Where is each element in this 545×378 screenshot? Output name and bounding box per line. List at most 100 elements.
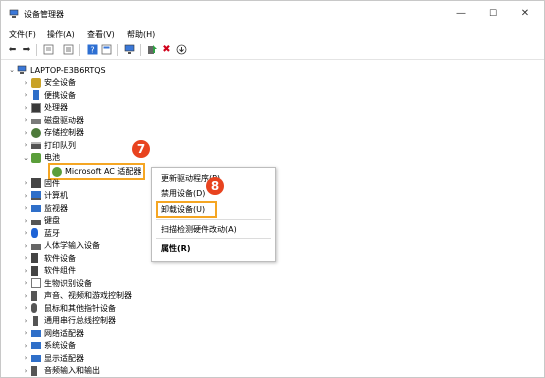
view-list-icon[interactable] bbox=[63, 44, 74, 55]
maximize-button[interactable]: ☐ bbox=[482, 6, 504, 22]
chevron-right-icon[interactable]: › bbox=[21, 354, 31, 362]
tree-item-software-device[interactable]: › 软件设备 bbox=[21, 252, 76, 264]
menu-help[interactable]: 帮助(H) bbox=[127, 29, 155, 40]
tree-item-label: 声音、视频和游戏控制器 bbox=[44, 291, 132, 300]
tree-item-label: 软件设备 bbox=[44, 253, 76, 263]
device-manager-app-icon bbox=[9, 9, 19, 18]
chevron-right-icon[interactable]: › bbox=[21, 229, 31, 237]
chevron-right-icon[interactable]: › bbox=[21, 367, 31, 375]
bluetooth-icon bbox=[31, 228, 38, 238]
chevron-right-icon[interactable]: › bbox=[21, 267, 31, 275]
toolbar-separator bbox=[36, 44, 37, 56]
tree-item-keyboard[interactable]: › 键盘 bbox=[21, 215, 60, 227]
tree-item-battery[interactable]: ⌄ 电池 bbox=[21, 152, 60, 164]
chevron-down-icon[interactable]: ⌄ bbox=[7, 66, 17, 74]
chevron-down-icon[interactable]: ⌄ bbox=[21, 154, 31, 162]
tree-item-software-component[interactable]: › 软件组件 bbox=[21, 265, 76, 277]
battery-icon bbox=[31, 152, 41, 163]
tree-item-label: 打印队列 bbox=[44, 140, 76, 150]
chevron-right-icon[interactable]: › bbox=[21, 141, 31, 149]
chevron-right-icon[interactable]: › bbox=[21, 204, 31, 212]
tree-item-processor[interactable]: › 处理器 bbox=[21, 102, 68, 114]
chevron-right-icon[interactable]: › bbox=[21, 292, 31, 300]
monitor-icon[interactable] bbox=[124, 44, 135, 55]
storage-controller-icon bbox=[31, 127, 41, 138]
tree-item-audio-io[interactable]: › 音频输入和输出 bbox=[21, 365, 100, 377]
chevron-right-icon[interactable]: › bbox=[21, 317, 31, 325]
tree-root[interactable]: ⌄ LAPTOP-E3B6RTQS bbox=[7, 64, 106, 76]
tree-item-label: 电池 bbox=[44, 153, 60, 162]
properties-sheet-icon[interactable] bbox=[43, 44, 54, 55]
tree-item-label: 磁盘驱动器 bbox=[44, 115, 84, 125]
tree-item-mouse[interactable]: › 鼠标和其他指针设备 bbox=[21, 302, 116, 314]
chevron-right-icon[interactable]: › bbox=[21, 79, 31, 87]
uninstall-x-icon[interactable]: ✖ bbox=[161, 44, 172, 55]
hid-icon bbox=[31, 243, 41, 250]
tree-item-security-device[interactable]: › 安全设备 bbox=[21, 77, 76, 89]
menu-disable-device[interactable]: 禁用设备(D) bbox=[161, 188, 205, 199]
tree-item-label: 通用串行总线控制器 bbox=[44, 316, 116, 325]
biometric-icon bbox=[31, 278, 41, 288]
help-icon[interactable]: ? bbox=[87, 44, 98, 55]
tree-item-storage-controller[interactable]: › 存储控制器 bbox=[21, 127, 84, 139]
device-manager-window: 设备管理器 — ☐ ✕ 文件(F) 操作(A) 查看(V) 帮助(H) ⬅ ➡ … bbox=[0, 0, 545, 378]
chevron-right-icon[interactable]: › bbox=[21, 179, 31, 187]
tree-item-label: 音频输入和输出 bbox=[44, 366, 100, 375]
tree-item-monitor[interactable]: › 监视器 bbox=[21, 202, 68, 214]
computer-root-icon bbox=[17, 65, 27, 74]
close-button[interactable]: ✕ bbox=[514, 6, 536, 22]
tree-item-label: 固件 bbox=[44, 178, 60, 188]
minimize-button[interactable]: — bbox=[450, 6, 472, 22]
sound-icon bbox=[31, 290, 37, 301]
chevron-right-icon[interactable]: › bbox=[21, 254, 31, 262]
disk-drive-icon bbox=[31, 119, 41, 124]
tree-item-system-device[interactable]: › 系统设备 bbox=[21, 340, 76, 352]
tree-item-biometric[interactable]: › 生物识别设备 bbox=[21, 277, 92, 289]
menu-scan-hardware[interactable]: 扫描检测硬件改动(A) bbox=[161, 224, 237, 235]
toolbar-divider bbox=[1, 59, 544, 60]
update-driver-icon[interactable] bbox=[147, 44, 158, 55]
tree-item-label: 存储控制器 bbox=[44, 128, 84, 137]
tree-item-label: 便携设备 bbox=[44, 90, 76, 100]
tree-root-label: LAPTOP-E3B6RTQS bbox=[30, 65, 106, 75]
menu-properties[interactable]: 属性(R) bbox=[161, 243, 190, 254]
menu-view[interactable]: 查看(V) bbox=[87, 29, 115, 40]
tree-item-network-adapter[interactable]: › 网络适配器 bbox=[21, 327, 84, 339]
mouse-icon bbox=[31, 303, 37, 313]
tree-item-portable-device[interactable]: › 便携设备 bbox=[21, 89, 76, 101]
tree-item-firmware[interactable]: › 固件 bbox=[21, 177, 60, 189]
tree-item-usb[interactable]: › 通用串行总线控制器 bbox=[21, 315, 116, 327]
menu-file[interactable]: 文件(F) bbox=[9, 29, 36, 40]
chevron-right-icon[interactable]: › bbox=[21, 242, 31, 250]
tree-item-sound[interactable]: › 声音、视频和游戏控制器 bbox=[21, 290, 132, 302]
back-icon[interactable]: ⬅ bbox=[7, 44, 18, 55]
menu-action[interactable]: 操作(A) bbox=[47, 29, 75, 40]
tree-item-print-queue[interactable]: › 打印队列 bbox=[21, 139, 76, 151]
tree-item-ac-adapter[interactable]: Microsoft AC 适配器 bbox=[48, 163, 145, 180]
chevron-right-icon[interactable]: › bbox=[21, 129, 31, 137]
forward-icon[interactable]: ➡ bbox=[21, 44, 32, 55]
system-device-icon bbox=[31, 342, 41, 349]
title-bar: 设备管理器 — ☐ ✕ bbox=[1, 1, 544, 27]
tree-item-display-adapter[interactable]: › 显示适配器 bbox=[21, 352, 84, 364]
chevron-right-icon[interactable]: › bbox=[21, 104, 31, 112]
chevron-right-icon[interactable]: › bbox=[21, 304, 31, 312]
chevron-right-icon[interactable]: › bbox=[21, 116, 31, 124]
tree-item-label: 监视器 bbox=[44, 203, 68, 213]
tree-item-label: 生物识别设备 bbox=[44, 278, 92, 288]
chevron-right-icon[interactable]: › bbox=[21, 279, 31, 287]
display-adapter-icon bbox=[31, 354, 41, 362]
menu-uninstall-device[interactable]: 卸载设备(U) bbox=[161, 204, 205, 215]
menu-bar: 文件(F) 操作(A) 查看(V) 帮助(H) bbox=[1, 28, 544, 42]
tree-item-hid[interactable]: › 人体学输入设备 bbox=[21, 240, 100, 252]
scan-down-icon[interactable] bbox=[176, 44, 187, 55]
chevron-right-icon[interactable]: › bbox=[21, 192, 31, 200]
tree-item-disk-drive[interactable]: › 磁盘驱动器 bbox=[21, 114, 84, 126]
chevron-right-icon[interactable]: › bbox=[21, 217, 31, 225]
chevron-right-icon[interactable]: › bbox=[21, 329, 31, 337]
tree-item-computer[interactable]: › 计算机 bbox=[21, 190, 68, 202]
chevron-right-icon[interactable]: › bbox=[21, 91, 31, 99]
view-details-icon[interactable] bbox=[101, 44, 112, 55]
chevron-right-icon[interactable]: › bbox=[21, 342, 31, 350]
tree-item-bluetooth[interactable]: › 蓝牙 bbox=[21, 227, 60, 239]
